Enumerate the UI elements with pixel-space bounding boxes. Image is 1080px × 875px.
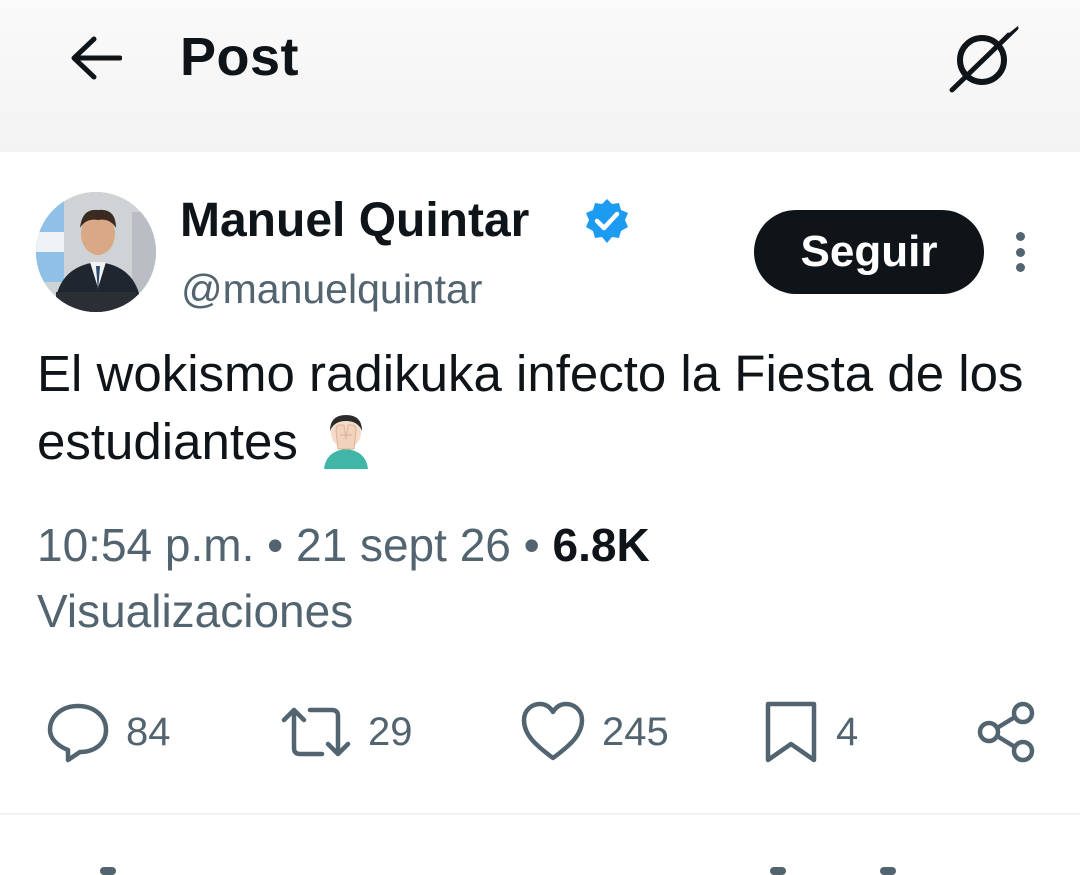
partial-glyph	[770, 867, 786, 875]
like-button[interactable]: 245	[520, 690, 669, 774]
avatar-photo	[36, 192, 156, 312]
more-dot	[1015, 232, 1025, 241]
partial-glyph	[100, 867, 116, 875]
page-title: Post	[180, 27, 300, 87]
share-icon	[977, 701, 1035, 763]
bookmark-count: 4	[836, 709, 859, 754]
grok-button[interactable]	[944, 18, 1024, 98]
post-time[interactable]: 10:54 p.m.	[37, 519, 254, 571]
post-text: El wokismo radikuka infecto la Fiesta de…	[37, 340, 1047, 476]
author-name[interactable]: Manuel Quintar	[180, 193, 529, 248]
meta-separator: •	[267, 519, 284, 571]
bookmark-button[interactable]: 4	[762, 690, 858, 774]
post-date[interactable]: 21 sept 26	[296, 519, 511, 571]
grok-icon	[949, 22, 1019, 93]
bookmark-icon	[765, 701, 817, 763]
partial-glyph	[880, 867, 896, 875]
repost-button[interactable]: 29	[280, 690, 413, 774]
post-meta: 10:54 p.m. • 21 sept 26 • 6.8K Visualiza…	[37, 512, 1047, 644]
like-count: 245	[602, 709, 669, 754]
views-count[interactable]: 6.8K	[553, 519, 650, 571]
views-label[interactable]: Visualizaciones	[37, 585, 353, 637]
heart-icon	[521, 701, 585, 761]
action-bar: 84 29 245 4	[0, 690, 1080, 780]
author-handle[interactable]: @manuelquintar	[181, 266, 482, 313]
next-row-partial	[0, 815, 1080, 875]
repost-icon	[281, 707, 351, 757]
post-body: El wokismo radikuka infecto la Fiesta de…	[37, 345, 1024, 470]
more-options-button[interactable]	[1003, 228, 1037, 276]
man-facepalming-emoji-icon	[324, 415, 369, 469]
arrow-left-icon	[71, 36, 122, 80]
top-bar: Post	[0, 0, 1080, 152]
avatar[interactable]	[36, 192, 156, 312]
verified-badge-icon	[586, 199, 628, 243]
back-button[interactable]	[64, 30, 128, 86]
share-button[interactable]	[972, 690, 1040, 774]
repost-count: 29	[368, 709, 413, 754]
reply-icon	[47, 703, 109, 763]
more-dot	[1015, 263, 1025, 272]
reply-count: 84	[126, 709, 171, 754]
more-dot	[1015, 247, 1025, 257]
follow-button[interactable]: Seguir	[754, 210, 984, 294]
reply-button[interactable]: 84	[46, 690, 171, 774]
meta-separator: •	[523, 519, 540, 571]
